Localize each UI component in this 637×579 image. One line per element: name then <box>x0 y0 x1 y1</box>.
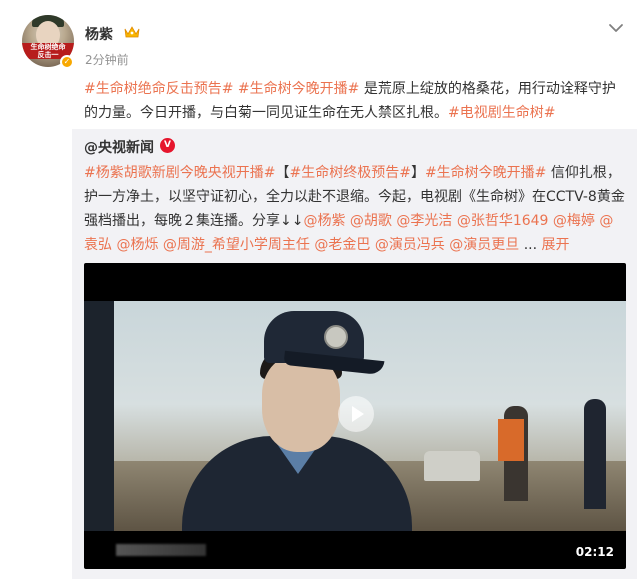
text-segment: 【 <box>275 165 290 181</box>
mention-link[interactable]: @老金巴 <box>314 237 370 253</box>
video-scene-officer-face <box>262 356 340 452</box>
hashtag-link[interactable]: #生命树终极预告# <box>289 165 410 181</box>
text-segment: 】 <box>410 165 425 181</box>
mention-link[interactable]: @张哲华1649 <box>457 213 549 229</box>
video-scene-person <box>84 301 114 531</box>
expand-link[interactable]: 展开 <box>542 237 570 253</box>
mention-link[interactable]: @梅婷 <box>553 213 595 229</box>
video-caption-blurred <box>116 544 206 556</box>
post-time[interactable]: 2分钟前 <box>85 51 129 68</box>
mention-link[interactable]: @杨烁 <box>116 237 158 253</box>
repost-text: #杨紫胡歌新剧今晚央视开播#【#生命树终极预告#】#生命树今晚开播# 信仰扎根，… <box>84 161 627 257</box>
weibo-post: 生命树绝命 反击一 ✓ 杨紫 2分钟前 #生命树绝命反击预告# #生命树今晚开播… <box>0 0 637 579</box>
video-scene-vest <box>498 419 524 461</box>
video-duration: 02:12 <box>575 545 614 559</box>
play-icon[interactable] <box>338 396 374 432</box>
video-scene-officer-badge <box>324 325 348 349</box>
mention-link[interactable]: @演员更旦 <box>449 237 519 253</box>
avatar-banner-line1: 生命树绝命 <box>30 43 66 51</box>
video-player[interactable]: 02:12 <box>84 263 626 569</box>
post-text: #生命树绝命反击预告# #生命树今晚开播# 是荒原上绽放的格桑花，用行动诠释守护… <box>84 77 624 125</box>
mention-link[interactable]: @杨紫 <box>303 213 345 229</box>
text-segment: ... <box>519 237 542 253</box>
mention-link[interactable]: @周游_希望小学周主任 <box>163 237 310 253</box>
verified-badge-icon: ✓ <box>60 55 74 69</box>
hashtag-link[interactable]: #生命树今晚开播# <box>425 165 546 181</box>
hashtag-link[interactable]: #杨紫胡歌新剧今晚央视开播# <box>84 165 275 181</box>
chevron-down-icon[interactable] <box>605 17 627 39</box>
mention-link[interactable]: @李光洁 <box>396 213 452 229</box>
mention-link[interactable]: @演员冯兵 <box>375 237 445 253</box>
hashtag-link[interactable]: #生命树今晚开播# <box>238 81 359 97</box>
video-scene-car <box>424 451 480 481</box>
hashtag-link[interactable]: #生命树绝命反击预告# <box>84 81 233 97</box>
verified-v-icon: V <box>160 138 175 153</box>
author-name[interactable]: 杨紫 <box>85 24 113 44</box>
vip-crown-icon <box>124 26 140 38</box>
repost-author[interactable]: @央视新闻 <box>84 137 154 157</box>
mention-link[interactable]: @胡歌 <box>350 213 392 229</box>
hashtag-link[interactable]: #电视剧生命树# <box>448 105 555 121</box>
video-scene-person <box>584 399 606 509</box>
